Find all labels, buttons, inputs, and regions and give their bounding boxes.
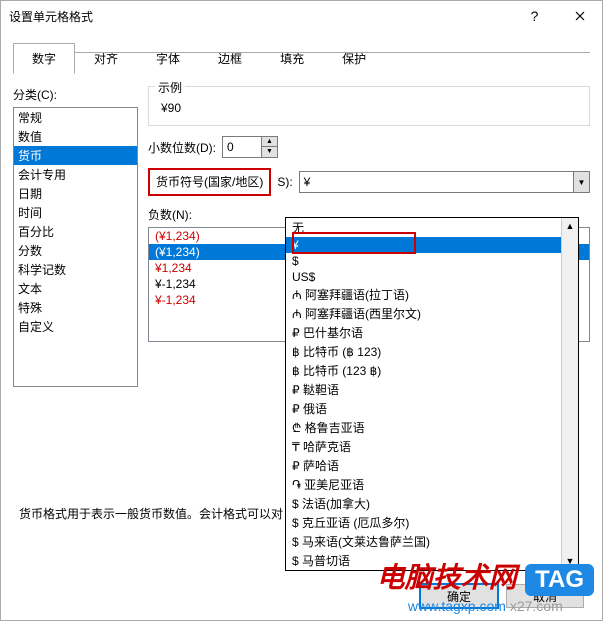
category-item[interactable]: 常规 xyxy=(14,108,137,127)
dropdown-item[interactable]: $ 马来语(文莱达鲁萨兰国) xyxy=(286,532,578,551)
dropdown-item[interactable]: $ xyxy=(286,253,578,269)
decimal-label: 小数位数(D): xyxy=(148,139,216,156)
dropdown-item[interactable]: ₾ 格鲁吉亚语 xyxy=(286,418,578,437)
dropdown-item[interactable]: ₸ 哈萨克语 xyxy=(286,437,578,456)
category-list[interactable]: 常规数值货币会计专用日期时间百分比分数科学记数文本特殊自定义 xyxy=(13,107,138,387)
description-text: 货币格式用于表示一般货币数值。会计格式可以对 xyxy=(19,505,283,522)
scroll-up-icon[interactable]: ▲ xyxy=(562,218,578,235)
ok-button[interactable]: 确定 xyxy=(420,584,498,608)
category-item[interactable]: 数值 xyxy=(14,127,137,146)
titlebar: 设置单元格格式 ? xyxy=(1,1,602,31)
dropdown-item[interactable]: ฿ 比特币 (฿ 123) xyxy=(286,342,578,361)
category-item[interactable]: 货币 xyxy=(14,146,137,165)
dropdown-scrollbar[interactable]: ▲ ▼ xyxy=(561,218,578,570)
category-item[interactable]: 时间 xyxy=(14,203,137,222)
tab-3[interactable]: 边框 xyxy=(199,43,261,74)
sample-legend: 示例 xyxy=(155,79,185,96)
category-item[interactable]: 百分比 xyxy=(14,222,137,241)
tab-4[interactable]: 填充 xyxy=(261,43,323,74)
category-item[interactable]: 自定义 xyxy=(14,317,137,336)
dropdown-item[interactable]: ₽ 鞑靼语 xyxy=(286,380,578,399)
category-item[interactable]: 分数 xyxy=(14,241,137,260)
cancel-button[interactable]: 取消 xyxy=(506,584,584,608)
dropdown-item[interactable]: ₽ 巴什基尔语 xyxy=(286,323,578,342)
close-button[interactable] xyxy=(557,1,602,31)
sample-box: 示例 ¥90 xyxy=(148,86,590,126)
format-cells-dialog: 设置单元格格式 ? 数字对齐字体边框填充保护 分类(C): 常规数值货币会计专用… xyxy=(0,0,603,621)
symbol-label: 货币符号(国家/地区) xyxy=(156,175,263,189)
dropdown-item[interactable]: $ 法语(加拿大) xyxy=(286,494,578,513)
tab-0[interactable]: 数字 xyxy=(13,43,75,74)
tab-2[interactable]: 字体 xyxy=(137,43,199,74)
footer: 确定 取消 xyxy=(420,584,584,608)
decimal-input[interactable] xyxy=(222,136,262,158)
symbol-label-suffix: S): xyxy=(277,175,292,189)
category-label: 分类(C): xyxy=(13,86,138,103)
category-item[interactable]: 会计专用 xyxy=(14,165,137,184)
dropdown-item[interactable]: 无 xyxy=(286,218,578,237)
dropdown-item[interactable]: ֏ 亚美尼亚语 xyxy=(286,475,578,494)
decimal-spinner[interactable]: ▲ ▼ xyxy=(222,136,278,158)
symbol-label-highlight: 货币符号(国家/地区) xyxy=(148,168,271,196)
dropdown-item[interactable]: ₽ 俄语 xyxy=(286,399,578,418)
dropdown-item[interactable]: ₽ 萨哈语 xyxy=(286,456,578,475)
dropdown-item[interactable]: ¥ xyxy=(286,237,578,253)
dropdown-item[interactable]: $ 克丘亚语 (厄瓜多尔) xyxy=(286,513,578,532)
currency-dropdown[interactable]: 无¥$US$₼ 阿塞拜疆语(拉丁语)₼ 阿塞拜疆语(西里尔文)₽ 巴什基尔语฿ … xyxy=(285,217,579,571)
scroll-down-icon[interactable]: ▼ xyxy=(562,553,578,570)
spinner-down-icon[interactable]: ▼ xyxy=(262,147,277,157)
category-item[interactable]: 文本 xyxy=(14,279,137,298)
dialog-title: 设置单元格格式 xyxy=(9,8,512,25)
currency-select[interactable]: ¥ ▼ xyxy=(299,171,590,193)
category-item[interactable]: 科学记数 xyxy=(14,260,137,279)
dropdown-item[interactable]: ₼ 阿塞拜疆语(西里尔文) xyxy=(286,304,578,323)
help-button[interactable]: ? xyxy=(512,1,557,31)
dropdown-item[interactable]: ฿ 比特币 (123 ฿) xyxy=(286,361,578,380)
category-item[interactable]: 特殊 xyxy=(14,298,137,317)
sample-value: ¥90 xyxy=(159,101,579,115)
tab-5[interactable]: 保护 xyxy=(323,43,385,74)
tab-separator xyxy=(13,52,590,53)
tab-1[interactable]: 对齐 xyxy=(75,43,137,74)
chevron-down-icon[interactable]: ▼ xyxy=(574,171,590,193)
spinner-up-icon[interactable]: ▲ xyxy=(262,137,277,147)
dropdown-item[interactable]: $ 马普切语 xyxy=(286,551,578,570)
close-icon xyxy=(575,11,585,21)
dropdown-item[interactable]: ₼ 阿塞拜疆语(拉丁语) xyxy=(286,285,578,304)
currency-select-value[interactable]: ¥ xyxy=(299,171,574,193)
dropdown-item[interactable]: US$ xyxy=(286,269,578,285)
category-item[interactable]: 日期 xyxy=(14,184,137,203)
